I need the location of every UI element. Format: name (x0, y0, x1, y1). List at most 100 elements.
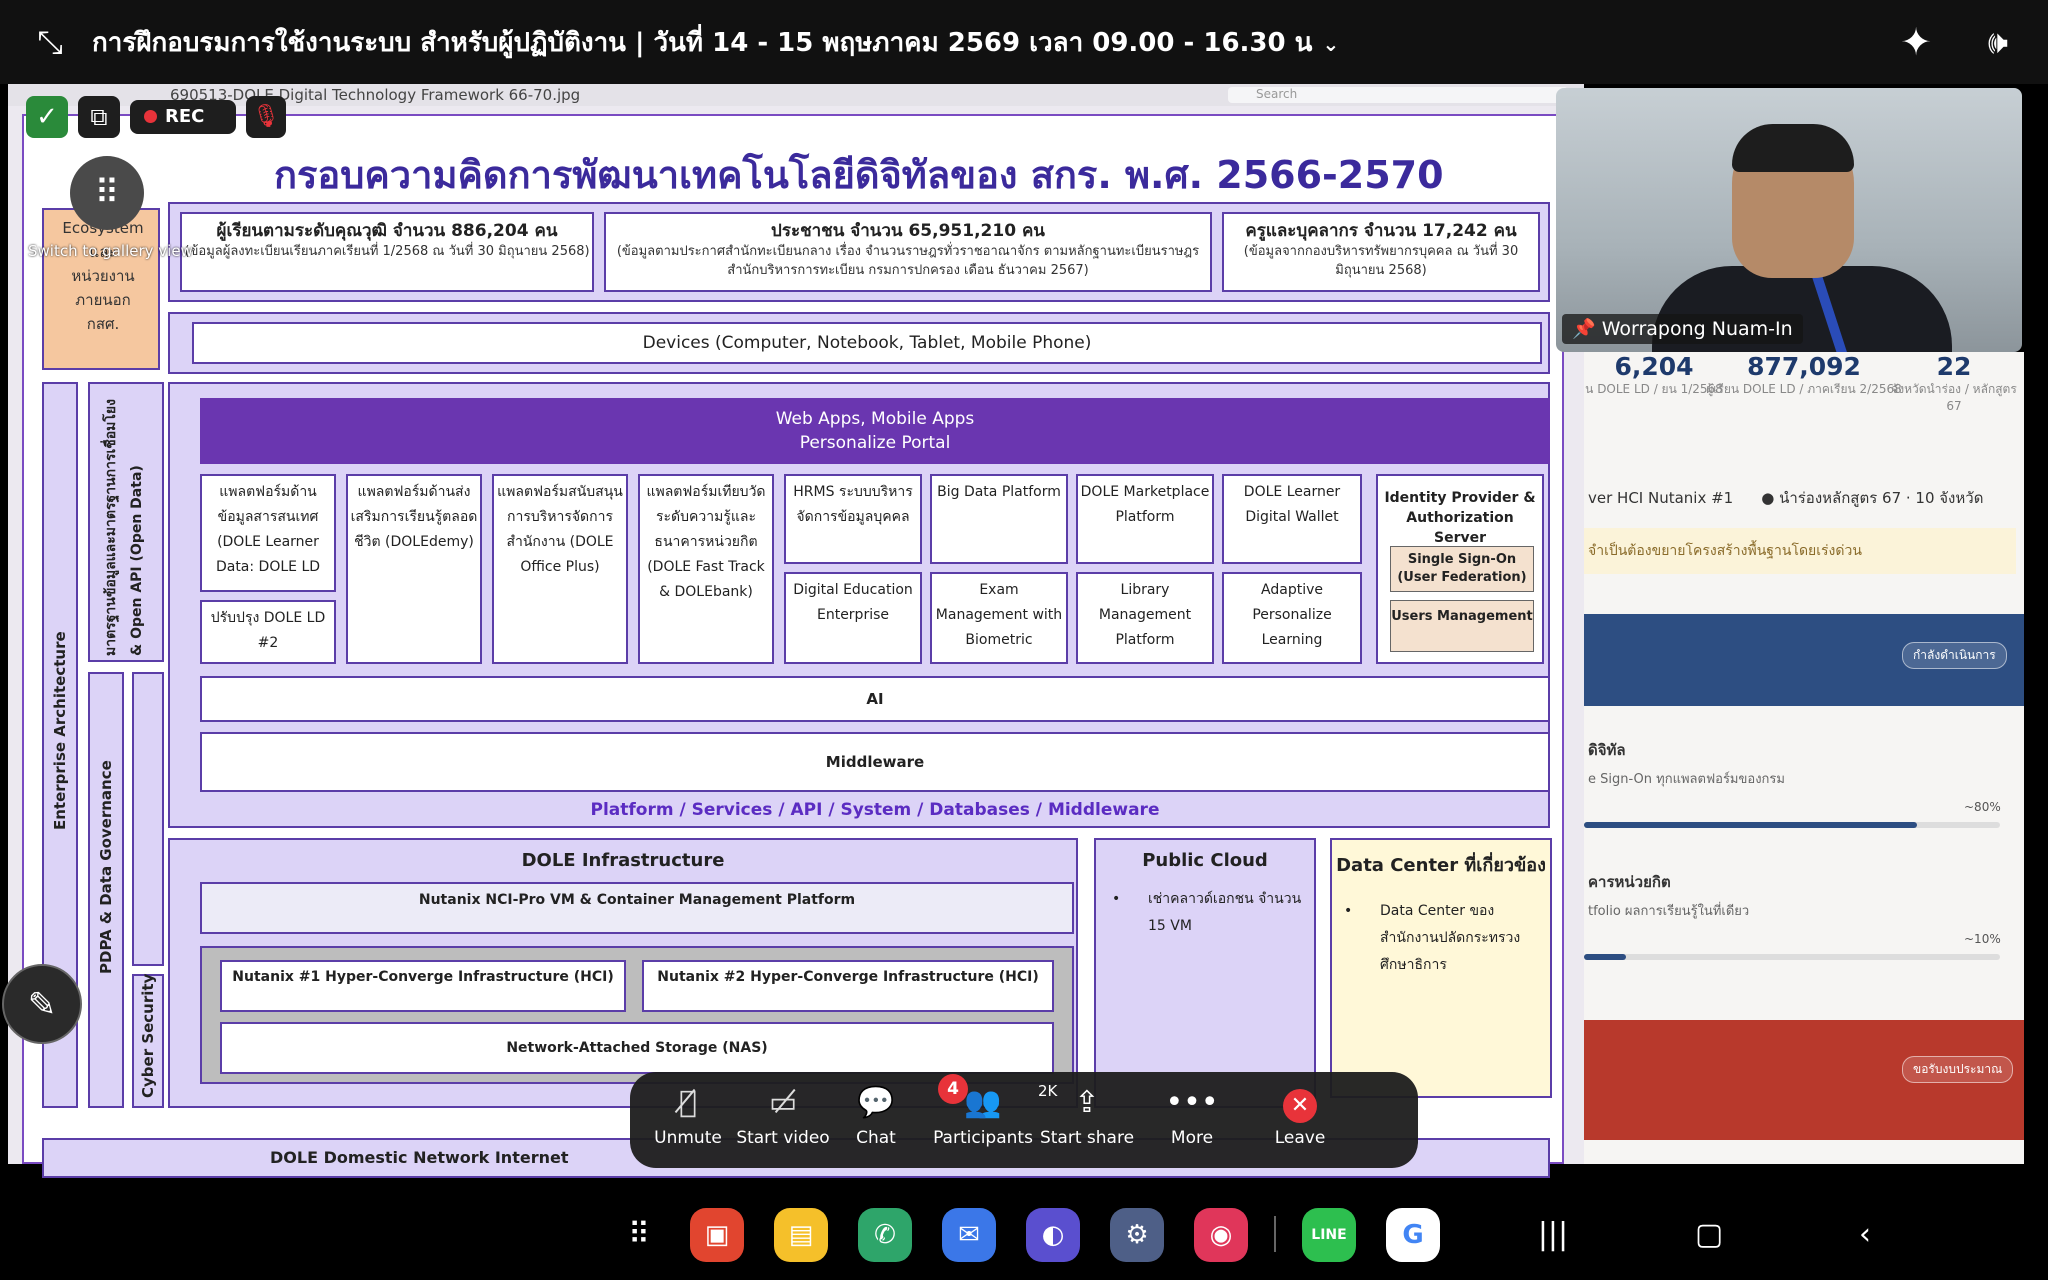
unmute-label: Unmute (654, 1128, 722, 1148)
platform-label: แพลตฟอร์มสนับสนุนการบริหารจัดการสำนักงาน… (497, 484, 623, 575)
pdpa-label: PDPA & Data Governance (97, 760, 115, 974)
platform-doledemy: แพลตฟอร์มด้านส่งเสริมการเรียนรู้ตลอดชีวิ… (346, 474, 482, 664)
platform-label: Exam Management with Biometric (935, 582, 1063, 648)
network-label: DOLE Domestic Network Internet (270, 1148, 569, 1167)
meeting-title[interactable]: การฝึกอบรมการใช้งานระบบ สำหรับผู้ปฏิบัติ… (92, 22, 1339, 63)
nutanix-nci-box: Nutanix NCI-Pro VM & Container Managemen… (200, 882, 1074, 934)
taskbar-divider (1274, 1216, 1276, 1252)
app-grid-icon[interactable]: ⠿ (70, 156, 144, 230)
annotate-pencil-icon[interactable]: ✎ (2, 964, 82, 1044)
stat-citizens: ประชาชน จำนวน 65,951,210 คน (ข้อมูลตามปร… (604, 212, 1212, 292)
start-share-label: Start share (1039, 1128, 1135, 1148)
dash-stat: 6,204 น DOLE LD / ยน 1/2568 (1584, 352, 1724, 398)
camera-app-icon[interactable]: ◉ (1194, 1208, 1248, 1262)
dash-status-a: ver HCI Nutanix #1 (1588, 489, 1734, 507)
viewer-search: Search (1228, 87, 1568, 103)
platform-big-data: Big Data Platform (930, 474, 1068, 564)
office-app-icon[interactable]: ▣ (690, 1208, 744, 1262)
participant-name-tag: 📌 Worrapong Nuam-In (1562, 314, 1803, 344)
participants-label: Participants (933, 1128, 1033, 1148)
data-center-detail: Data Center ของสำนักงานปลัดกระทรวงศึกษาธ… (1380, 903, 1521, 973)
platform-label: แพลตฟอร์มด้านข้อมูลสารสนเทศ (DOLE Learne… (215, 484, 321, 575)
speaker-icon[interactable]: 🕪 (1974, 18, 2022, 66)
chat-icon: 💬 (857, 1085, 895, 1120)
ecosystem-line: หน่วยงาน (71, 267, 135, 285)
devices-box: Devices (Computer, Notebook, Tablet, Mob… (192, 322, 1542, 364)
ai-bar: AI (200, 676, 1550, 722)
dash-section-sub: e Sign-On ทุกแพลตฟอร์มของกรม (1588, 772, 1785, 787)
google-app-icon[interactable]: G (1386, 1208, 1440, 1262)
minimize-icon[interactable]: ⤡ (30, 22, 70, 62)
nutanix-1-box: Nutanix #1 Hyper-Converge Infrastructure… (220, 960, 626, 1012)
files-app-icon[interactable]: ▤ (774, 1208, 828, 1262)
stat-main: ครูและบุคลากร จำนวน 17,242 คน (1245, 221, 1517, 241)
shield-check-icon[interactable]: ✓ (26, 96, 68, 138)
n1-label: Nutanix #1 Hyper-Converge Infrastructure… (232, 969, 614, 985)
participants-count: 2K (1038, 1082, 1058, 1100)
line-app-icon[interactable]: LINE (1302, 1208, 1356, 1262)
dashboard-panel: 6,204 น DOLE LD / ยน 1/2568 877,092 ผู้เ… (1584, 352, 2024, 1164)
dash-progress-fill-2 (1584, 954, 1626, 960)
recording-indicator[interactable]: REC (130, 100, 236, 134)
messages-app-icon[interactable]: ✉ (942, 1208, 996, 1262)
chevron-down-icon[interactable]: ⌄ (1322, 32, 1339, 56)
sso-box: Single Sign-On (User Federation) (1390, 546, 1534, 592)
view-switch-icon[interactable]: ⧉ (78, 96, 120, 138)
dash-status-pill: กำลังดำเนินการ (1902, 642, 2007, 669)
recents-icon[interactable]: ||| (1528, 1210, 1578, 1260)
shared-screen: 690513-DOLE Digital Technology Framework… (8, 84, 1584, 1178)
ai-companion-icon[interactable]: ✦ (1892, 18, 1940, 66)
dash-status-b: ● นำร่องหลักสูตร 67 · 10 จังหวัด (1761, 489, 1984, 507)
meeting-title-text: การฝึกอบรมการใช้งานระบบ สำหรับผู้ปฏิบัติ… (92, 28, 1313, 58)
participant-video[interactable]: 📌 Worrapong Nuam-In (1556, 88, 2022, 352)
dash-budget-pill: ขอรับงบประมาณ (1902, 1056, 2014, 1083)
settings-app-icon[interactable]: ⚙ (1110, 1208, 1164, 1262)
mic-off-icon[interactable]: 🎙 (246, 96, 286, 138)
platform-caption: Platform / Services / API / System / Dat… (590, 800, 1160, 820)
stat-sub: (ข้อมูลตามประกาศสำนักทะเบียนกลาง เรื่อง … (616, 244, 1200, 278)
ecosystem-line: ภายนอก (75, 291, 131, 309)
dash-note: จำเป็นต้องขยายโครงสร้างพื้นฐานโดยเร่งด่ว… (1584, 528, 2016, 574)
middleware-label: Middleware (825, 753, 925, 771)
platform-marketplace: DOLE Marketplace Platform (1076, 474, 1214, 564)
slide-title: กรอบความคิดการพัฒนาเทคโนโลยีดิจิทัลของ ส… (274, 153, 1444, 197)
public-cloud-panel (1094, 838, 1316, 1108)
leave-label: Leave (1274, 1128, 1326, 1148)
users-management-box: Users Management (1390, 600, 1534, 652)
android-taskbar: ⠿ ▣ ▤ ✆ ✉ ◐ ⚙ ◉ LINE G ||| ▢ ‹ (0, 1180, 2048, 1280)
dash-section-title: คารหน่วยกิต (1588, 873, 1671, 891)
data-center-text: • Data Center ของสำนักงานปลัดกระทรวงศึกษ… (1344, 898, 1544, 979)
leave-icon: ✕ (1250, 1086, 1350, 1126)
start-video-button[interactable]: ▭̸ Start video (726, 1072, 840, 1168)
banner-line: Personalize Portal (799, 433, 951, 453)
ai-label: AI (866, 690, 884, 708)
meeting-controls: 🎙̸ Unmute ▭̸ Start video 💬 Chat 👥 Partic… (630, 1072, 1418, 1168)
platform-library: Library Management Platform (1076, 572, 1214, 664)
leave-button[interactable]: ✕ Leave (1250, 1072, 1350, 1168)
record-dot-icon (144, 110, 157, 123)
unmute-button[interactable]: 🎙̸ Unmute (638, 1072, 738, 1168)
platform-label: Adaptive Personalize Learning (1252, 582, 1332, 648)
chat-button[interactable]: 💬 Chat (826, 1072, 926, 1168)
pin-icon: 📌 (1572, 318, 1602, 340)
more-button[interactable]: ••• More (1142, 1072, 1242, 1168)
platform-office-plus: แพลตฟอร์มสนับสนุนการบริหารจัดการสำนักงาน… (492, 474, 628, 664)
phone-app-icon[interactable]: ✆ (858, 1208, 912, 1262)
home-icon[interactable]: ▢ (1684, 1210, 1734, 1260)
pdpa-connector (132, 672, 164, 966)
open-api-strip: มาตรฐานข้อมูลและมาตรฐานการเชื่อมโยง & Op… (88, 382, 164, 662)
dash-stat-number: 6,204 (1614, 352, 1694, 381)
dash-stat: 22 จังหวัดนำร่อง / หลักสูตร 67 (1884, 352, 2024, 415)
web-apps-banner: Web Apps, Mobile Apps Personalize Portal (200, 398, 1550, 464)
banner-line: Web Apps, Mobile Apps (775, 409, 975, 429)
back-icon[interactable]: ‹ (1840, 1210, 1890, 1260)
app-drawer-icon[interactable]: ⠿ (614, 1210, 664, 1260)
browser-app-icon[interactable]: ◐ (1026, 1208, 1080, 1262)
ecosystem-label: Ecosystem และ หน่วยงาน ภายนอก กสศ. (44, 216, 162, 336)
nutanix-2-box: Nutanix #2 Hyper-Converge Infrastructure… (642, 960, 1054, 1012)
video-off-icon: ▭̸ (768, 1085, 798, 1120)
meeting-topbar: ⤡ การฝึกอบรมการใช้งานระบบ สำหรับผู้ปฏิบั… (0, 0, 2048, 84)
dash-red-card: ขอรับงบประมาณ (1584, 1020, 2024, 1140)
enterprise-architecture-label: Enterprise Architecture (51, 631, 69, 830)
gallery-view-hint[interactable]: Switch to gallery view (28, 242, 193, 260)
